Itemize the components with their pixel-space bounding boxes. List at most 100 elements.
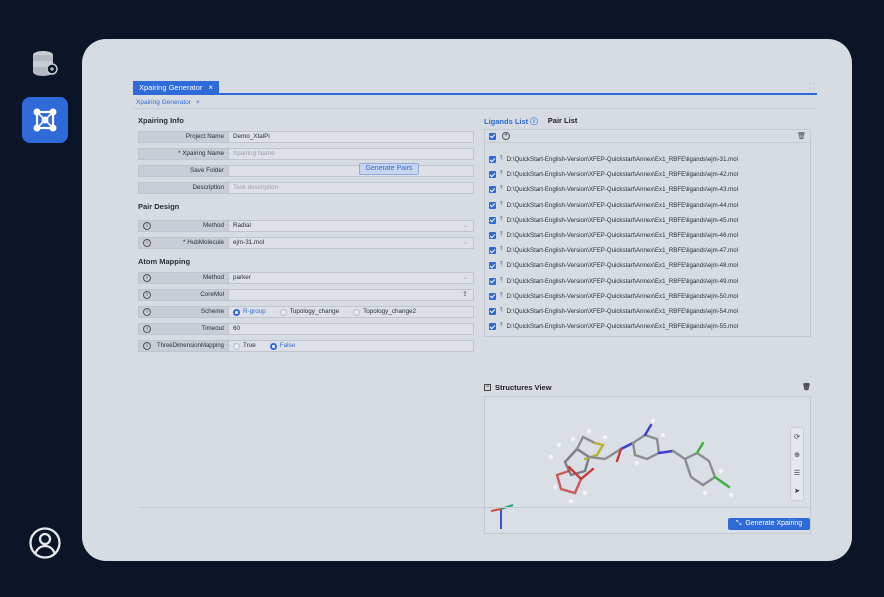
project-name-input[interactable]: Demo_XtalPi (228, 131, 474, 143)
pin-icon: ⤒ (500, 186, 503, 193)
coremol-input[interactable]: ⇪ (228, 289, 474, 301)
ligand-item[interactable]: ⤒ D:\QuickStart-English-Version\XFEP-Quic… (489, 228, 810, 243)
description-input[interactable]: Task description (228, 182, 474, 194)
ligand-checkbox[interactable] (489, 247, 496, 255)
mapping-method-label: i Method (138, 272, 228, 284)
ligand-checkbox[interactable] (489, 262, 496, 270)
ligand-path: D:\QuickStart-English-Version\XFEP-Quick… (506, 277, 738, 285)
info-icon: i (143, 308, 151, 316)
radio-icon (233, 342, 240, 350)
generate-pairs-button[interactable]: Generate Pairs (359, 163, 419, 175)
ligands-panel: Ligands List ⓘ Pair List + 🗑 ⤒ D:\QuickSt… (484, 116, 811, 534)
hub-molecule-select[interactable]: ejm-31.mol ⌄ (228, 237, 474, 249)
structure-viewer[interactable]: ⟳ ⊕ ☰ ➤ (484, 396, 811, 534)
ligand-checkbox[interactable] (489, 277, 496, 285)
ligand-checkbox[interactable] (489, 216, 496, 224)
ligands-list: ⤒ D:\QuickStart-English-Version\XFEP-Quic… (485, 143, 810, 334)
ligand-item[interactable]: ⤒ D:\QuickStart-English-Version\XFEP-Quic… (489, 243, 810, 258)
radio-selected-icon (269, 342, 277, 350)
pointer-icon[interactable]: ➤ (794, 487, 800, 495)
molecule-render (490, 418, 734, 529)
network-icon[interactable] (22, 97, 68, 143)
pin-icon: ⤒ (500, 292, 503, 299)
ligand-item[interactable]: ⤒ D:\QuickStart-English-Version\XFEP-Quic… (489, 167, 810, 182)
coremol-label: i CoreMol (138, 289, 228, 301)
save-folder-label: Save Folder (138, 165, 228, 177)
expand-icon[interactable]: ⛶ (809, 83, 817, 91)
ligand-item[interactable]: ⤒ D:\QuickStart-English-Version\XFEP-Quic… (489, 304, 810, 319)
timeout-input[interactable]: 60 (228, 323, 474, 335)
ligand-path: D:\QuickStart-English-Version\XFEP-Quick… (506, 232, 738, 240)
ligands-toolbar: + 🗑 (485, 130, 810, 143)
ligand-item[interactable]: ⤒ D:\QuickStart-English-Version\XFEP-Quic… (489, 289, 810, 304)
xpairing-name-label: * Xpairing Name (138, 148, 228, 160)
structures-view-title: Structures View (495, 383, 552, 392)
ligand-checkbox[interactable] (489, 307, 496, 315)
ligand-item[interactable]: ⤒ D:\QuickStart-English-Version\XFEP-Quic… (489, 274, 810, 289)
project-name-row: Project Name Demo_XtalPi (138, 131, 474, 143)
ligand-item[interactable]: ⤒ D:\QuickStart-English-Version\XFEP-Quic… (489, 213, 810, 228)
scheme-option-r-group[interactable]: R-group (233, 307, 266, 317)
radio-icon (353, 308, 361, 316)
trash-icon[interactable]: 🗑 (797, 132, 806, 140)
ligand-checkbox[interactable] (489, 201, 496, 209)
ligand-item[interactable]: ⤒ D:\QuickStart-English-Version\XFEP-Quic… (489, 182, 810, 197)
user-profile-icon[interactable] (22, 520, 68, 566)
pin-icon: ⤒ (500, 247, 503, 254)
save-folder-input[interactable] (228, 165, 474, 177)
info-icon: i (143, 291, 151, 299)
collapse-icon[interactable]: − (484, 384, 491, 391)
pin-icon: ⤒ (500, 216, 503, 223)
scheme-option-topology-change[interactable]: Topology_change (279, 307, 339, 317)
tab-label: Xpairing Generator (139, 83, 203, 92)
ligand-checkbox[interactable] (489, 323, 496, 331)
tab-pair-list[interactable]: Pair List (548, 116, 578, 128)
project-name-label: Project Name (138, 131, 228, 143)
ligand-checkbox[interactable] (489, 156, 496, 164)
footer-divider (138, 507, 812, 508)
chevron-down-icon: ⌄ (462, 223, 468, 229)
three-dim-option-true[interactable]: True (233, 341, 256, 351)
mapping-method-row: i Method parker ⌄ (138, 272, 474, 284)
pin-icon: ⤒ (500, 201, 503, 208)
subtab-label: Xpairing Generator (136, 98, 191, 106)
tab-xpairing-generator[interactable]: Xpairing Generator × (133, 81, 220, 95)
mapping-method-select[interactable]: parker ⌄ (228, 272, 474, 284)
trash-icon[interactable]: 🗑 (802, 383, 811, 391)
ligand-checkbox[interactable] (489, 292, 496, 300)
settings-form: Xpairing Info Project Name Demo_XtalPi *… (138, 116, 474, 357)
pin-icon: ⤒ (500, 277, 503, 284)
ligand-checkbox[interactable] (489, 232, 496, 240)
scheme-option-topology-change2[interactable]: Topology_change2 (353, 307, 416, 317)
pair-method-select[interactable]: Radial ⌄ (228, 220, 474, 232)
rotate-icon[interactable]: ⟳ (794, 433, 800, 441)
ligand-item[interactable]: ⤒ D:\QuickStart-English-Version\XFEP-Quic… (489, 258, 810, 273)
ligand-path: D:\QuickStart-English-Version\XFEP-Quick… (506, 307, 738, 315)
three-dim-row: i ThreeDimensionMapping True False (138, 340, 474, 352)
close-icon[interactable]: × (196, 99, 200, 106)
tab-ligands-list[interactable]: Ligands List ⓘ (484, 116, 538, 128)
viewer-toolbar: ⟳ ⊕ ☰ ➤ (790, 427, 804, 501)
info-icon: i (143, 274, 151, 282)
ligand-path: D:\QuickStart-English-Version\XFEP-Quick… (506, 171, 738, 179)
settings-sliders-icon[interactable]: ☰ (794, 469, 800, 477)
ligand-item[interactable]: ⤒ D:\QuickStart-English-Version\XFEP-Quic… (489, 319, 810, 334)
info-icon: i (143, 342, 151, 350)
scheme-label: i Scheme (138, 306, 228, 318)
close-icon[interactable]: × (208, 81, 213, 95)
ligand-item[interactable]: ⤒ D:\QuickStart-English-Version\XFEP-Quic… (489, 152, 810, 167)
upload-icon[interactable]: ⇪ (462, 290, 468, 300)
ligand-checkbox[interactable] (489, 171, 496, 179)
ligand-item[interactable]: ⤒ D:\QuickStart-English-Version\XFEP-Quic… (489, 198, 810, 213)
xpairing-name-input[interactable]: Xpairing Name (228, 148, 474, 160)
description-label: Description (138, 182, 228, 194)
add-icon[interactable]: + (502, 132, 510, 140)
database-icon[interactable] (22, 40, 68, 86)
ligand-checkbox[interactable] (489, 186, 496, 194)
scheme-row: i Scheme R-group Topology_change Topology… (138, 306, 474, 318)
target-icon[interactable]: ⊕ (794, 451, 800, 459)
generate-xpairing-button[interactable]: ⤡ Generate Xpairing (728, 518, 810, 530)
subtab-xpairing-generator[interactable]: Xpairing Generator × (133, 96, 200, 108)
select-all-checkbox[interactable] (489, 132, 496, 140)
three-dim-option-false[interactable]: False (269, 341, 295, 351)
